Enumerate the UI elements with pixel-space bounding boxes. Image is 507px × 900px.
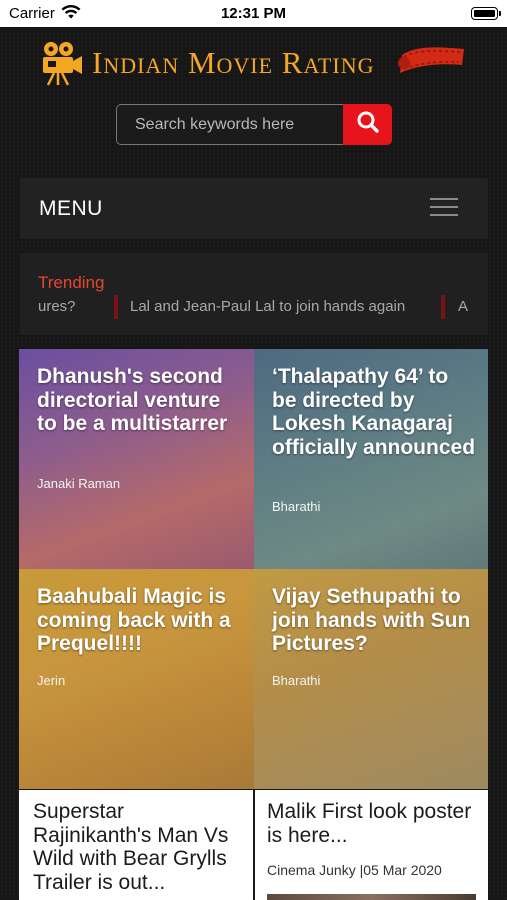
trending-title: Trending	[38, 273, 105, 292]
status-bar: Carrier 12:31 PM	[0, 0, 507, 27]
film-reel-icon	[396, 43, 468, 82]
article-author: Bharathi	[272, 499, 321, 514]
news-title: Malik First look poster is here...	[267, 800, 472, 847]
search-bar	[116, 104, 392, 145]
article-card[interactable]: Dhanush's second directorial venture to …	[19, 349, 254, 569]
site-logo-text[interactable]: Indian Movie Rating	[92, 45, 374, 81]
article-card[interactable]: ‘Thalapathy 64’ to be directed by Lokesh…	[254, 349, 488, 569]
clock: 12:31 PM	[220, 5, 287, 22]
article-title: Dhanush's second directorial venture to …	[37, 365, 228, 435]
article-author: Bharathi	[272, 673, 321, 688]
menu-bar[interactable]: MENU	[20, 178, 488, 239]
search-icon	[356, 110, 380, 139]
article-title: Baahubali Magic is coming back with a Pr…	[37, 585, 231, 655]
news-title: Superstar Rajinikanth's Man Vs Wild with…	[33, 800, 229, 894]
article-author: Janaki Raman	[37, 476, 121, 491]
ticker-divider	[441, 295, 445, 319]
news-thumbnail	[267, 894, 476, 900]
film-camera-icon[interactable]	[40, 40, 84, 91]
hamburger-icon[interactable]	[430, 198, 458, 218]
search-button[interactable]	[343, 104, 392, 145]
trending-ticker: ures? Lal and Jean-Paul Lal to join hand…	[38, 295, 472, 321]
trending-item[interactable]: ures?	[38, 295, 76, 319]
news-meta: Cinema Junky |05 Mar 2020	[267, 862, 442, 878]
article-card[interactable]: Baahubali Magic is coming back with a Pr…	[19, 569, 254, 789]
search-input[interactable]	[116, 104, 344, 145]
trending-item[interactable]: A	[458, 295, 468, 319]
trending-item[interactable]: Lal and Jean-Paul Lal to join hands agai…	[130, 295, 405, 319]
article-title: Vijay Sethupathi to join hands with Sun …	[272, 585, 471, 655]
trending-section: Trending ures? Lal and Jean-Paul Lal to …	[20, 253, 488, 335]
news-card[interactable]: Superstar Rajinikanth's Man Vs Wild with…	[19, 790, 253, 900]
news-card[interactable]: Malik First look poster is here... Cinem…	[255, 790, 488, 900]
ticker-divider	[114, 295, 118, 319]
article-title: ‘Thalapathy 64’ to be directed by Lokesh…	[272, 365, 476, 459]
article-author: Jerin	[37, 673, 66, 688]
menu-label: MENU	[39, 197, 103, 220]
app-screen: Carrier 12:31 PM Indian Movie Rating Sea…	[0, 0, 507, 900]
article-card[interactable]: Vijay Sethupathi to join hands with Sun …	[254, 569, 488, 789]
battery-icon	[471, 7, 501, 20]
site-header: Indian Movie Rating	[0, 38, 507, 88]
